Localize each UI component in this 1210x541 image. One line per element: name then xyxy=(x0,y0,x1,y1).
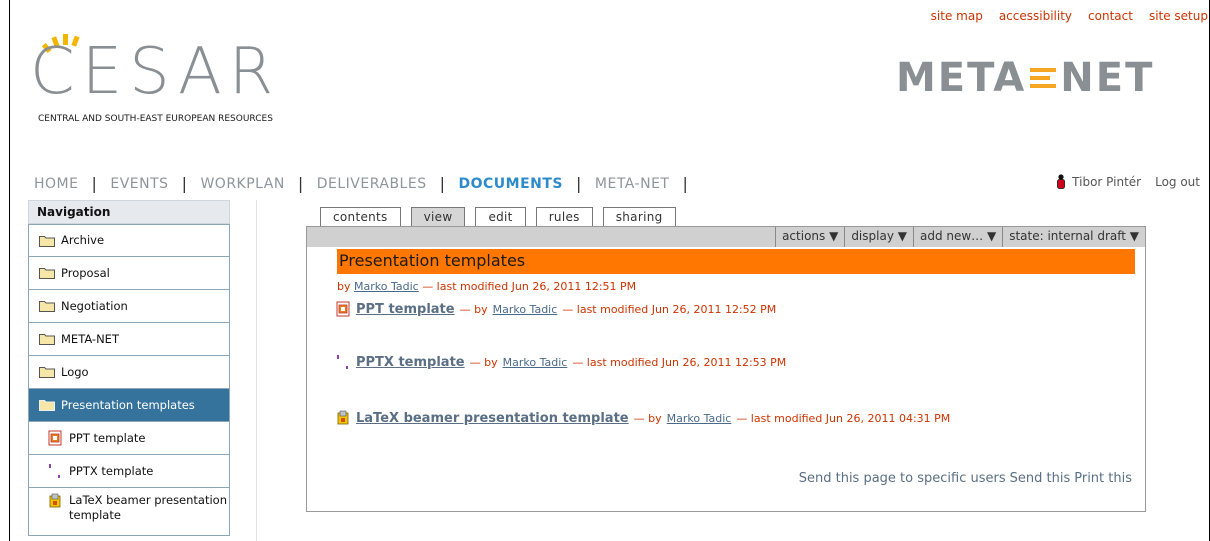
entry-by: — by xyxy=(633,411,662,425)
nav-separator: | xyxy=(682,174,689,193)
sidebar-item-logo[interactable]: Logo xyxy=(28,356,230,389)
navigation-header: Navigation xyxy=(28,200,230,224)
user-name-link[interactable]: Tibor Pintér xyxy=(1072,175,1141,189)
nav-separator: | xyxy=(576,174,582,193)
cesar-subtitle: CENTRAL AND SOUTH-EAST EUROPEAN RESOURCE… xyxy=(38,114,273,124)
content-action-bar: actions ▼ display ▼ add new… ▼ state: in… xyxy=(307,227,1145,247)
metanet-word-left: META xyxy=(896,55,1027,101)
list-item: PPTX template — by Marko Tadic — last mo… xyxy=(335,354,786,370)
author-link[interactable]: Marko Tadic xyxy=(667,412,732,425)
sidebar-item-label: Logo xyxy=(61,364,89,379)
tab-edit[interactable]: edit xyxy=(475,207,526,226)
metanet-word-right: NET xyxy=(1060,55,1155,101)
tex-file-icon xyxy=(49,493,61,508)
nav-events[interactable]: EVENTS xyxy=(110,176,168,192)
metanet-logo[interactable]: META NET xyxy=(896,55,1161,105)
sidebar-item-meta-net[interactable]: META-NET xyxy=(28,323,230,356)
print-this-link[interactable]: Print this xyxy=(1074,471,1132,486)
list-item: LaTeX beamer presentation template — by … xyxy=(335,410,950,426)
ppt-file-icon xyxy=(336,301,350,317)
send-this-link[interactable]: Send this xyxy=(1010,471,1071,486)
author-link[interactable]: Marko Tadic xyxy=(354,280,419,293)
sidebar-item-label: Negotiation xyxy=(61,298,128,313)
entry-title-link[interactable]: PPTX template xyxy=(356,355,465,370)
folder-icon xyxy=(39,301,55,312)
nav-deliverables[interactable]: DELIVERABLES xyxy=(317,176,427,192)
author-link[interactable]: Marko Tadic xyxy=(503,356,568,369)
site-setup-link[interactable]: site setup xyxy=(1149,9,1208,23)
sidebar-item-proposal[interactable]: Proposal xyxy=(28,257,230,290)
folder-icon xyxy=(39,235,55,247)
nav-documents[interactable]: DOCUMENTS xyxy=(458,176,563,192)
document-actions: Send this page to specific users Send th… xyxy=(799,471,1132,486)
send-to-users-link[interactable]: Send this page to specific users xyxy=(799,471,1006,486)
author-link[interactable]: Marko Tadic xyxy=(493,303,558,316)
sidebar-item-label: Archive xyxy=(61,233,105,247)
nav-separator: | xyxy=(439,174,446,193)
nav-home[interactable]: HOME xyxy=(34,176,78,192)
site-actions: site map accessibility contact site setu… xyxy=(931,9,1208,23)
state-menu[interactable]: state: internal draft ▼ xyxy=(1002,227,1145,247)
tab-view[interactable]: view xyxy=(410,207,466,226)
tex-file-icon xyxy=(337,410,349,425)
content-area: actions ▼ display ▼ add new… ▼ state: in… xyxy=(306,226,1146,512)
entry-title-link[interactable]: PPT template xyxy=(356,302,455,317)
cesar-wordmark: CESAR xyxy=(30,35,281,109)
entry-by: — by xyxy=(459,302,488,316)
sidebar-divider xyxy=(256,200,257,541)
page-title: Presentation templates xyxy=(337,249,1135,274)
nav-workplan[interactable]: WORKPLAN xyxy=(200,176,284,192)
sidebar-item-label: LaTeX beamer presentation template xyxy=(69,493,228,522)
byline-prefix: by xyxy=(337,280,351,293)
pptx-file-icon xyxy=(337,355,348,369)
ppt-file-icon xyxy=(48,430,62,446)
sidebar-item-label: PPT template xyxy=(69,430,146,445)
site-map-link[interactable]: site map xyxy=(931,9,983,23)
pptx-file-icon xyxy=(49,464,60,478)
sidebar-item-label: Presentation templates xyxy=(61,397,195,412)
logout-link[interactable]: Log out xyxy=(1155,175,1200,189)
metanet-bars-icon xyxy=(1030,68,1057,88)
sidebar-item-label: META-NET xyxy=(61,331,119,346)
list-item: PPT template — by Marko Tadic — last mod… xyxy=(335,301,776,317)
folder-icon xyxy=(39,367,55,378)
entry-modified: — last modified Jun 26, 2011 04:31 PM xyxy=(736,411,951,425)
contact-link[interactable]: contact xyxy=(1088,9,1133,23)
entry-modified: — last modified Jun 26, 2011 12:52 PM xyxy=(562,302,777,316)
actions-menu[interactable]: actions ▼ xyxy=(775,227,844,247)
entry-by: — by xyxy=(469,355,498,369)
sidebar-item-presentation-templates[interactable]: Presentation templates xyxy=(28,389,230,422)
sidebar-item-label: PPTX template xyxy=(69,463,154,478)
sidebar-item-latex-beamer[interactable]: LaTeX beamer presentation template xyxy=(28,488,230,536)
content-tabs: contents view edit rules sharing xyxy=(320,207,676,226)
frame-left-border xyxy=(9,0,10,541)
entry-title-link[interactable]: LaTeX beamer presentation template xyxy=(356,411,629,426)
sidebar-item-pptx-template[interactable]: PPTX template xyxy=(28,455,230,488)
folder-icon xyxy=(39,334,55,345)
sidebar-item-negotiation[interactable]: Negotiation xyxy=(28,290,230,323)
tab-sharing[interactable]: sharing xyxy=(602,207,676,226)
sidebar-item-ppt-template[interactable]: PPT template xyxy=(28,422,230,455)
folder-icon xyxy=(39,268,55,279)
nav-separator: | xyxy=(181,174,188,193)
user-bar: Tibor Pintér Log out xyxy=(1056,174,1200,190)
tab-contents[interactable]: contents xyxy=(320,207,401,226)
display-menu[interactable]: display ▼ xyxy=(844,227,913,247)
add-new-menu[interactable]: add new… ▼ xyxy=(912,227,1002,247)
user-icon xyxy=(1057,174,1066,189)
sidebar-item-archive[interactable]: Archive xyxy=(28,224,230,257)
accessibility-link[interactable]: accessibility xyxy=(999,9,1072,23)
folder-open-icon xyxy=(39,400,55,411)
nav-separator: | xyxy=(297,174,304,193)
cesar-logo[interactable]: CESAR CENTRAL AND SOUTH-EAST EUROPEAN RE… xyxy=(30,30,320,135)
navigation-portlet: Navigation Archive Proposal Negotiation … xyxy=(28,200,230,536)
nav-separator: | xyxy=(91,174,98,193)
entry-modified: — last modified Jun 26, 2011 12:53 PM xyxy=(572,355,787,369)
nav-meta-net[interactable]: META-NET xyxy=(595,176,670,192)
byline-modified: — last modified Jun 26, 2011 12:51 PM xyxy=(422,280,637,293)
tab-rules[interactable]: rules xyxy=(535,207,593,226)
top-navigation: HOME | EVENTS | WORKPLAN | DELIVERABLES … xyxy=(34,174,701,193)
document-byline: by Marko Tadic — last modified Jun 26, 2… xyxy=(337,280,636,293)
sidebar-item-label: Proposal xyxy=(61,265,110,280)
